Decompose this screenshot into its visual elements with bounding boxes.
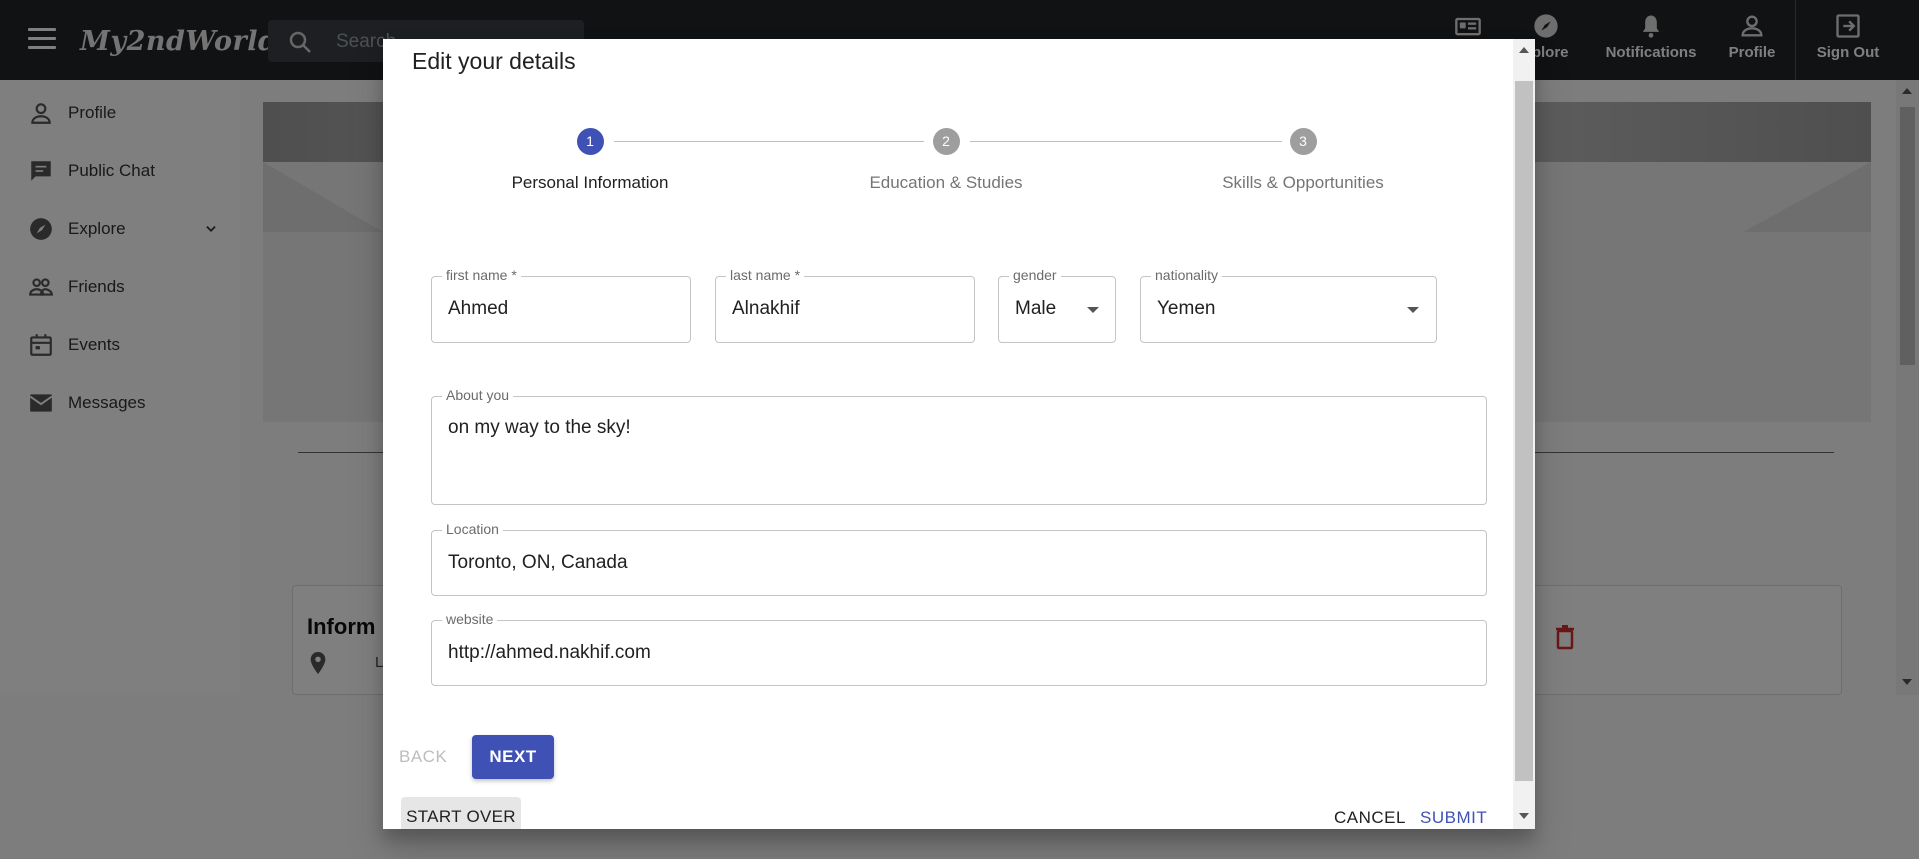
step-label: Personal Information <box>511 173 669 192</box>
field-label: gender <box>1009 267 1061 283</box>
field-label: About you <box>442 387 514 403</box>
last-name-field[interactable]: last name * Alnakhif <box>715 267 975 343</box>
field-value: Ahmed <box>448 298 509 319</box>
edit-details-dialog: Edit your details 1 Personal Information… <box>383 39 1535 829</box>
field-value: Male <box>1015 298 1057 319</box>
cancel-button[interactable]: CANCEL <box>1334 808 1406 828</box>
field-label: last name * <box>726 267 805 283</box>
location-field[interactable]: Location Toronto, ON, Canada <box>431 521 1487 596</box>
first-name-field[interactable]: first name * Ahmed <box>431 267 691 343</box>
gender-select[interactable]: gender Male <box>998 267 1116 343</box>
dropdown-arrow-icon <box>1087 307 1099 313</box>
scrollbar-thumb[interactable] <box>1515 81 1533 781</box>
dialog-scrollbar[interactable] <box>1513 39 1535 829</box>
submit-button[interactable]: SUBMIT <box>1420 808 1487 828</box>
website-field[interactable]: website http://ahmed.nakhif.com <box>431 611 1487 686</box>
step-number: 3 <box>1289 128 1317 155</box>
dropdown-arrow-icon <box>1407 307 1419 313</box>
step-label: Skills & Opportunities <box>1222 173 1384 192</box>
nationality-select[interactable]: nationality Yemen <box>1140 267 1437 343</box>
dialog-title: Edit your details <box>412 48 576 74</box>
about-you-textarea[interactable]: About you on my way to the sky! <box>431 387 1487 505</box>
step-skills-opportunities[interactable]: 3 Skills & Opportunities <box>1203 128 1403 193</box>
step-education-studies[interactable]: 2 Education & Studies <box>846 128 1046 193</box>
field-label: Location <box>442 521 503 537</box>
field-value: Yemen <box>1157 298 1216 319</box>
next-button[interactable]: NEXT <box>472 735 554 779</box>
field-label: website <box>442 611 498 627</box>
scroll-down-arrow-icon[interactable] <box>1519 813 1529 819</box>
field-value: on my way to the sky! <box>448 417 631 438</box>
field-value: Toronto, ON, Canada <box>448 552 628 573</box>
back-button[interactable]: BACK <box>399 747 447 767</box>
field-label: first name * <box>442 267 521 283</box>
start-over-button[interactable]: START OVER <box>401 797 521 829</box>
scroll-up-arrow-icon[interactable] <box>1519 47 1529 53</box>
field-label: nationality <box>1151 267 1223 283</box>
step-number: 1 <box>576 128 604 155</box>
step-label: Education & Studies <box>869 173 1023 192</box>
step-number: 2 <box>932 128 960 155</box>
step-personal-information[interactable]: 1 Personal Information <box>490 128 690 193</box>
field-value: http://ahmed.nakhif.com <box>448 642 651 663</box>
field-value: Alnakhif <box>732 298 800 319</box>
